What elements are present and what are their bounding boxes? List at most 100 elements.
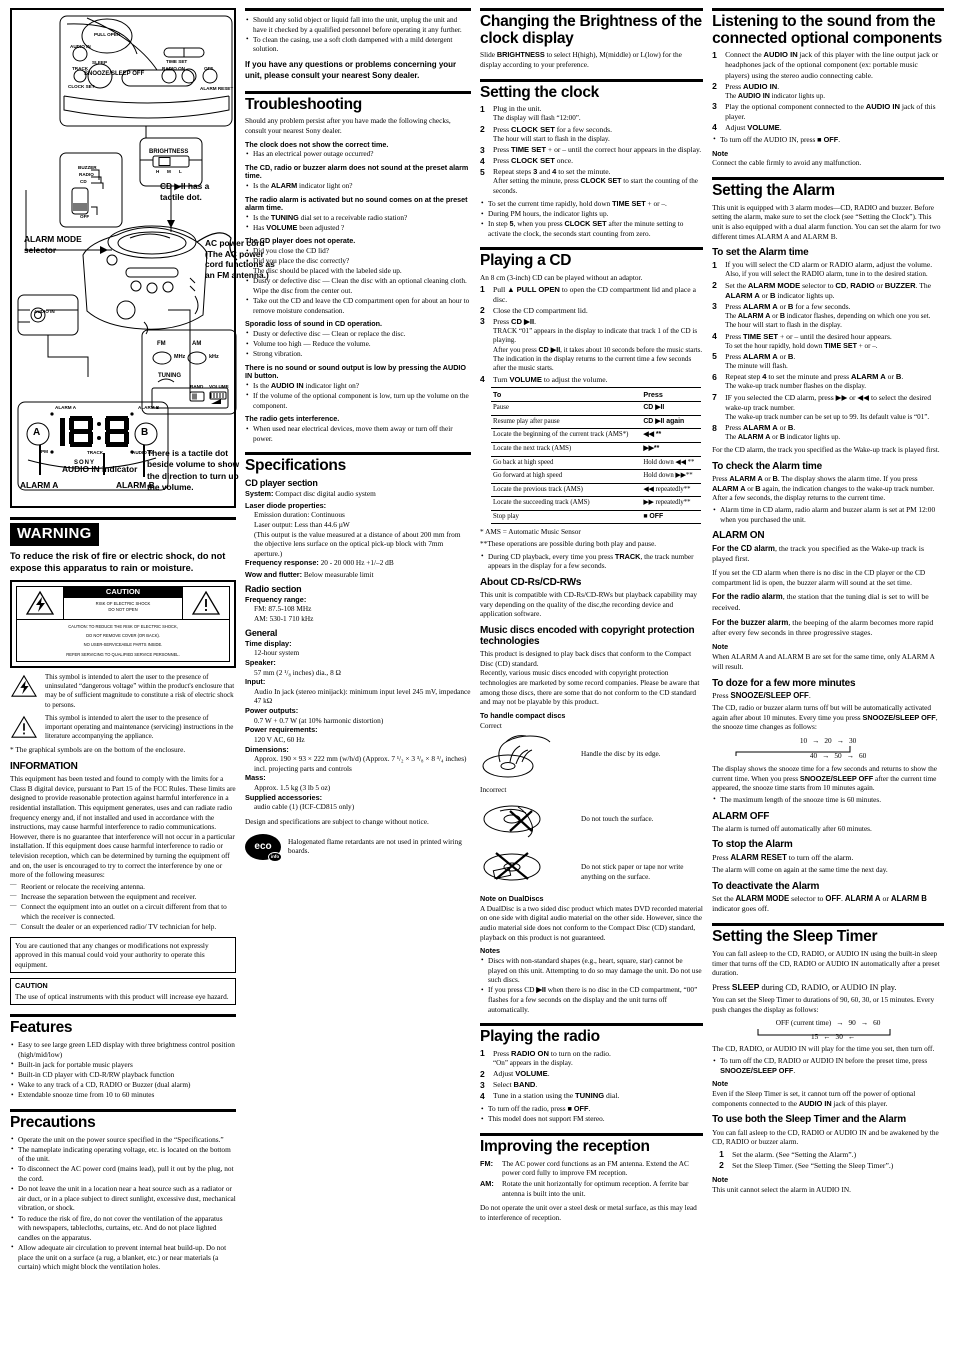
- precautions-list: Operate the unit on the power source spe…: [10, 1134, 236, 1272]
- incorrect-label: Incorrect: [480, 784, 507, 794]
- t: Mass:: [245, 773, 266, 783]
- display-alarm-b: ALARM B: [138, 405, 160, 410]
- clock-section-title: Setting the clock: [480, 83, 599, 101]
- radio-steps: 1 Press RADIO ON to turn on the radio. “On…: [480, 1048, 703, 1101]
- label-volume: VOLUME: [209, 384, 229, 389]
- alarm-on-head: ALARM ON: [712, 530, 765, 542]
- alarm-cd-note: If you set the CD alarm when there is no…: [712, 568, 926, 587]
- disc-no-label-icon: [480, 845, 575, 890]
- step-item: 4 Tune in a station using the TUNING dial…: [480, 1091, 703, 1101]
- sleep-durations: You can set the Sleep Timer to durations…: [712, 994, 935, 1014]
- list-item: Did you close the CD lid?: [245, 246, 471, 256]
- step-item: 4 Adjust VOLUME.: [712, 122, 944, 133]
- caution-center: CAUTION RISK OF ELECTRIC SHOCK DO NOT OP…: [63, 586, 184, 619]
- divider: [245, 90, 472, 94]
- sleep-both-intro: You can fall asleep to the CD, RADIO or …: [712, 1127, 939, 1147]
- alarm-section-title: Setting the Alarm: [712, 181, 835, 199]
- precautions-title: Precautions: [10, 1113, 96, 1131]
- spec-laser-line: Laser output: Less than 44.6 µW: [254, 519, 350, 529]
- step-number: 2: [480, 1068, 485, 1079]
- alarm-stop-sub: The alarm will come on again at the same…: [712, 864, 888, 874]
- step-number: 3: [712, 301, 717, 312]
- caution-line: NO USER-SERVICEABLE PARTS INSIDE.: [83, 642, 163, 648]
- exclamation-triangle-icon: [10, 714, 40, 742]
- snooze-flow-connector: [712, 745, 944, 757]
- list-item: This model does not support FM stereo.: [480, 1114, 703, 1124]
- snooze-flow-diagram: 10 → 20 → 30 40 → 50 → 60: [712, 736, 944, 761]
- spec-dim-label: Dimensions:: [245, 745, 471, 755]
- list-item: To clean the casing, use a soft cloth da…: [245, 34, 471, 54]
- step-text: If you will select the CD alarm or RADIO…: [725, 260, 933, 270]
- eco-logo-icon: eco info: [245, 833, 283, 862]
- list-item: Strong vibration.: [245, 349, 471, 359]
- spec-wow-label: Wow and flutter:: [245, 570, 303, 580]
- step-item: 1 Connect the AUDIO IN jack of this playe…: [712, 50, 944, 80]
- cell-press: ▶▶**: [641, 442, 701, 457]
- brightness-section-body: Slide BRIGHTNESS to select H(high), M(mi…: [480, 50, 703, 69]
- alarm-radio: For the radio alarm, the station that th…: [712, 592, 929, 612]
- table-row: Stop play ■ OFF: [491, 510, 701, 525]
- step-item: 8 Press ALARM A or B. The ALARM A or B ind…: [712, 423, 944, 442]
- spec-power-req-label: Power requirements:: [245, 725, 471, 735]
- spec-freq-range-label: Frequency range:: [245, 595, 471, 605]
- spec-laser-label: Laser diode properties:: [245, 501, 471, 511]
- step-subtext: TRACK “01” appears in the display to ind…: [493, 326, 703, 373]
- flow-connector-icon: [757, 1028, 891, 1036]
- list-item: Has an electrical power outage occurred?: [245, 149, 471, 159]
- label-brightness-l: L: [179, 169, 182, 174]
- spec-system-label: System:: [245, 489, 274, 499]
- divider: [712, 8, 944, 11]
- label-track: TRACK: [72, 66, 89, 71]
- step-item: 2 Set the ALARM MODE selector to CD, RADI…: [712, 280, 944, 301]
- display-alarm-a: ALARM A: [55, 405, 77, 410]
- spec-acc-value: audio cable (1) (ICF-CD815 only): [254, 802, 355, 812]
- disc-no-touch-icon: [480, 797, 575, 844]
- label-clock-set: CLOCK SET: [68, 84, 95, 89]
- step-text: Set the Sleep Timer. (See “Setting the S…: [732, 1160, 894, 1170]
- alarm-deact-head: To deactivate the Alarm: [712, 880, 820, 892]
- troubleshooting-title: Troubleshooting: [245, 95, 362, 113]
- copyright-head: Music discs encoded with copyright prote…: [480, 624, 695, 648]
- radio-notes: To turn off the radio, press ■ OFF.This …: [480, 1104, 703, 1124]
- copyright-body: This product is designed to play back di…: [480, 649, 700, 707]
- information-body: This equipment has been tested and found…: [10, 774, 236, 880]
- label-alarm-b: ALARM B: [116, 480, 155, 490]
- spec-wow-value: Below measurable limit: [303, 570, 374, 580]
- step-number: 5: [712, 351, 717, 362]
- sleep-value: OFF (current time): [775, 1018, 832, 1028]
- label-alarm-reset: ALARM RESET: [200, 86, 234, 91]
- column-1: CD ▶II has a tactile dot. AC power cord …: [10, 8, 275, 1342]
- sleep-flow-connector: [712, 1028, 944, 1039]
- step-number: 3: [712, 101, 717, 112]
- step-number: 1: [712, 49, 717, 60]
- lightning-bolt-icon: [17, 587, 63, 619]
- cd-operations-table: To Press Pause CD ▶II Resume play after pa…: [491, 386, 701, 525]
- divider: [10, 1014, 237, 1018]
- cell-press: CD ▶II: [641, 401, 701, 416]
- list-item: To turn off the CD, RADIO or AUDIO IN be…: [712, 1056, 944, 1075]
- step-number: 7: [712, 392, 717, 403]
- button-snooze-sleep-off[interactable]: SNOOZE/SLEEP OFF: [84, 71, 144, 79]
- am-label: AM:: [480, 1179, 494, 1189]
- sleep-both-note-head: Note: [712, 1174, 729, 1184]
- alarm-after-steps: For the CD alarm, the track you specifie…: [712, 445, 940, 455]
- fm-reception-row: FM: The AC power cord functions as an FM…: [480, 1159, 703, 1178]
- spec-laser-label-text: Laser diode properties:: [245, 500, 327, 510]
- list-item: To turn off the radio, press ■ OFF.: [480, 1104, 703, 1114]
- cell-to: Stop play: [491, 510, 642, 525]
- spec-system: System: Compact disc digital audio syste…: [245, 489, 471, 499]
- step-number: 3: [480, 1079, 485, 1090]
- spec-time-display-label: Time display:: [245, 639, 471, 649]
- alarm-check-body: Press ALARM A or B. The display shows th…: [712, 474, 935, 503]
- step-subtext: To set the hour rapidly, hold down TIME …: [725, 341, 878, 350]
- step-number: 2: [480, 124, 485, 135]
- sleep-intro: You can fall asleep to the CD, RADIO, or…: [712, 949, 940, 978]
- t: Speaker:: [245, 657, 276, 667]
- am-text: Rotate the unit horizontally for optimum…: [502, 1179, 689, 1198]
- label-band: BAND: [190, 384, 204, 389]
- manual-page: CD ▶II has a tactile dot. AC power cord …: [0, 0, 954, 1350]
- spec-power-out-value: 0.7 W + 0.7 W (at 10% harmonic distortio…: [254, 715, 384, 725]
- step-item: 1 Pull ▲ PULL OPEN to open the CD compart…: [480, 284, 703, 305]
- dealer-note: If you have any questions or problems co…: [245, 60, 457, 80]
- cd-steps: 1 Pull ▲ PULL OPEN to open the CD compart…: [480, 284, 703, 385]
